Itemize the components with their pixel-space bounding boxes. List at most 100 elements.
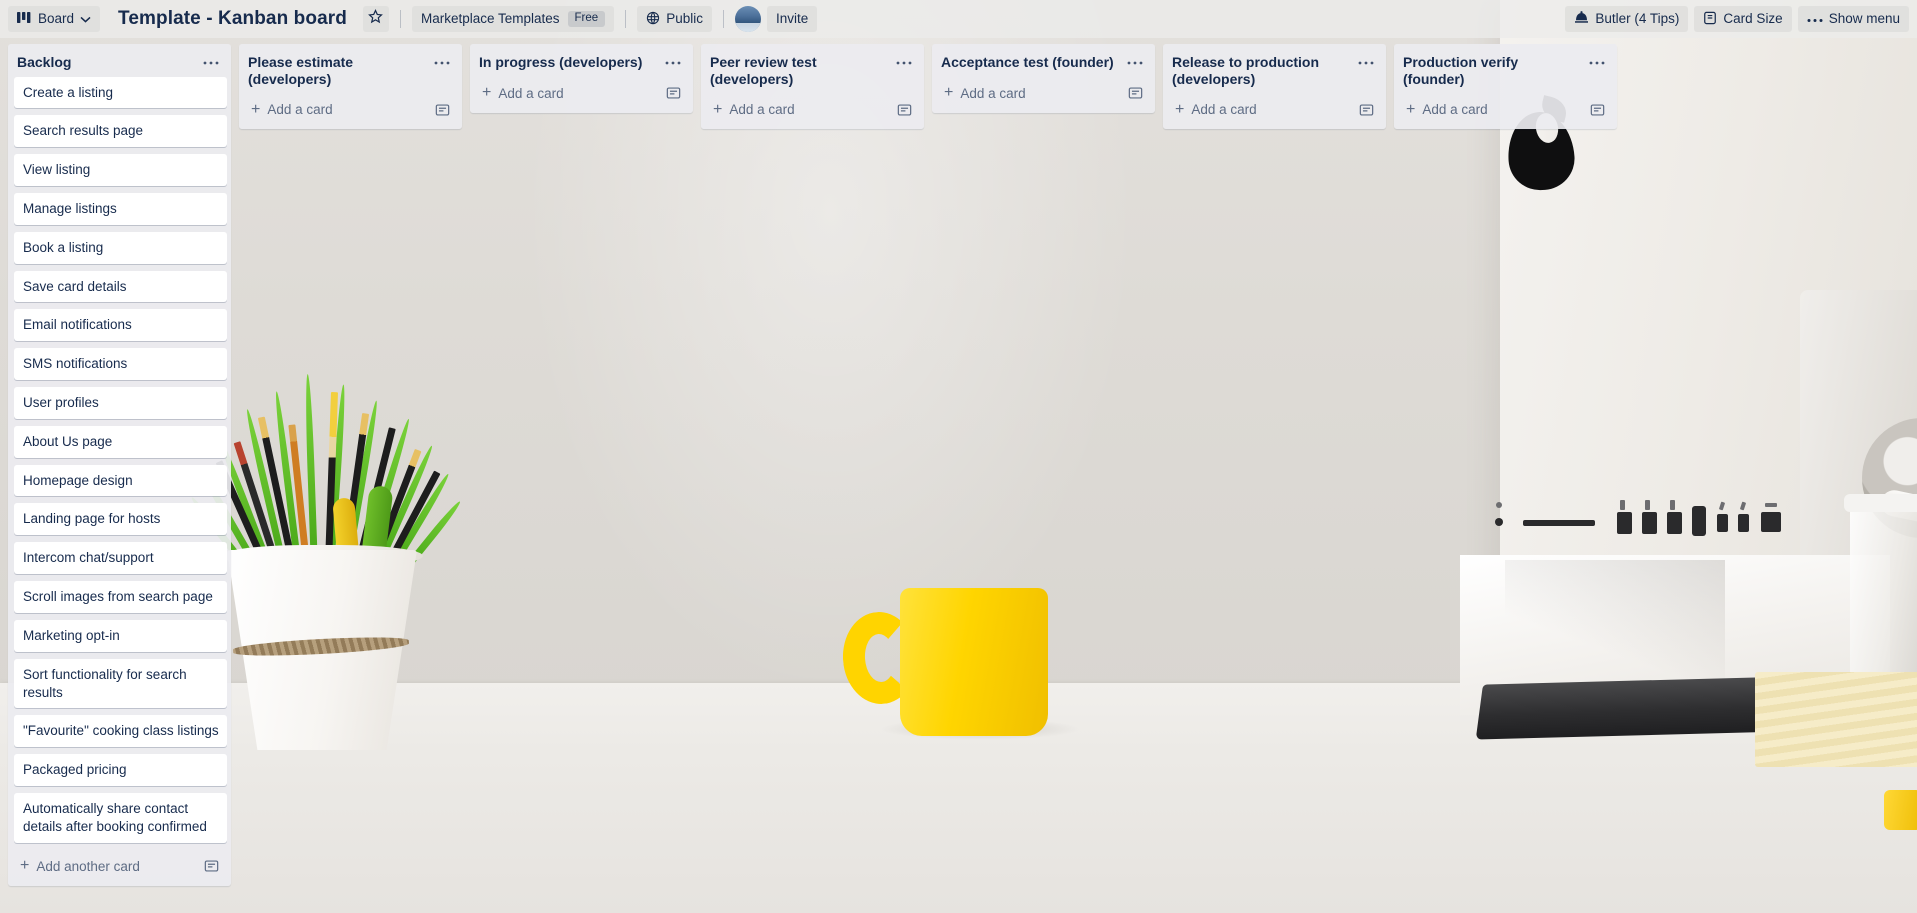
list-actions-button[interactable] <box>892 54 916 68</box>
butler-label: Butler (4 Tips) <box>1595 11 1680 27</box>
board-visibility-button[interactable]: Public <box>637 6 712 32</box>
list-footer: + Add a card <box>470 77 693 113</box>
add-card-button[interactable]: + Add a card <box>479 83 656 104</box>
add-card-button[interactable]: + Add another card <box>17 856 194 877</box>
list-footer: + Add a card <box>932 77 1155 113</box>
list-actions-button[interactable] <box>1354 54 1378 68</box>
list-actions-button[interactable] <box>430 54 454 68</box>
board-list: Acceptance test (founder) + Add a card <box>932 44 1155 113</box>
board-list: Release to production (developers) + Add a… <box>1163 44 1386 130</box>
card-template-icon[interactable] <box>433 101 452 119</box>
invite-button[interactable]: Invite <box>766 6 818 32</box>
list-item[interactable]: Packaged pricing <box>14 754 227 786</box>
butler-button[interactable]: Butler (4 Tips) <box>1565 6 1689 32</box>
list-actions-button[interactable] <box>199 54 223 68</box>
invite-label: Invite <box>775 11 809 27</box>
board-switcher-label: Board <box>38 11 75 27</box>
list-title: Release to production (developers) <box>1172 54 1320 87</box>
plus-icon: + <box>251 100 261 118</box>
card-template-icon[interactable] <box>1126 84 1145 102</box>
board-visibility-label: Public <box>666 11 703 27</box>
workspace-label: Marketplace Templates <box>420 11 560 27</box>
list-header: Production verify (founder) <box>1394 44 1617 93</box>
list-footer: + Add a card <box>239 93 462 129</box>
add-card-label: Add a card <box>1191 102 1257 118</box>
card-size-label: Card Size <box>1723 11 1783 27</box>
divider <box>399 10 401 28</box>
list-item[interactable]: Intercom chat/support <box>14 542 227 575</box>
board-list: Production verify (founder) + Add a card <box>1394 44 1617 130</box>
list-item[interactable]: Landing page for hosts <box>14 503 227 536</box>
star-board-button[interactable] <box>362 6 389 32</box>
show-menu-label: Show menu <box>1828 11 1900 27</box>
avatar[interactable] <box>734 6 761 32</box>
list-item[interactable]: Automatically share contact details afte… <box>14 792 227 843</box>
list-title: Production verify (founder) <box>1403 54 1519 87</box>
add-card-button[interactable]: + Add a card <box>710 99 887 120</box>
board-list: Backlog Create a listing Search results pa… <box>8 44 231 886</box>
add-card-label: Add a card <box>498 85 564 101</box>
list-title: In progress (developers) <box>479 54 643 70</box>
list-item[interactable]: User profiles <box>14 387 227 419</box>
add-card-label: Add a card <box>1422 102 1488 118</box>
list-item[interactable]: Email notifications <box>14 309 227 342</box>
add-card-button[interactable]: + Add a card <box>941 83 1118 104</box>
workspace-button[interactable]: Marketplace Templates Free <box>411 6 615 32</box>
list-item[interactable]: About Us page <box>14 425 227 458</box>
add-card-button[interactable]: + Add a card <box>1172 99 1349 120</box>
list-header: Peer review test (developers) <box>701 44 924 93</box>
list-footer: + Add a card <box>1394 93 1617 129</box>
board-top-bar: Board Template - Kanban board Marketplac… <box>0 0 1917 38</box>
add-card-button[interactable]: + Add a card <box>1403 99 1580 120</box>
add-card-label: Add a card <box>267 102 333 118</box>
workspace-plan-badge: Free <box>567 11 606 27</box>
list-cards[interactable]: Create a listing Search results page View … <box>8 76 231 850</box>
card-template-icon[interactable] <box>202 857 221 875</box>
card-size-icon <box>1703 11 1717 28</box>
plus-icon: + <box>713 100 723 118</box>
list-header: Please estimate (developers) <box>239 44 462 93</box>
chevron-down-icon <box>80 12 91 26</box>
add-card-label: Add a card <box>729 102 795 118</box>
list-header: Acceptance test (founder) <box>932 44 1155 77</box>
card-template-icon[interactable] <box>1588 101 1607 119</box>
board-list: Please estimate (developers) + Add a card <box>239 44 462 130</box>
list-item[interactable]: Search results page <box>14 115 227 148</box>
list-item[interactable]: Book a listing <box>14 231 227 264</box>
list-header: Backlog <box>8 44 231 77</box>
board-icon <box>17 11 32 27</box>
list-actions-button[interactable] <box>1585 54 1609 68</box>
plus-icon: + <box>20 857 30 875</box>
plus-icon: + <box>482 84 492 102</box>
list-title: Peer review test (developers) <box>710 54 817 87</box>
page-title: Template - Kanban board <box>118 8 347 29</box>
add-card-label: Add a card <box>960 85 1026 101</box>
list-footer: + Add a card <box>1163 93 1386 129</box>
list-item[interactable]: Scroll images from search page <box>14 581 227 613</box>
globe-icon <box>646 11 660 28</box>
card-template-icon[interactable] <box>1357 101 1376 119</box>
ellipsis-icon <box>1807 12 1823 26</box>
list-item[interactable]: Marketing opt-in <box>14 619 227 652</box>
list-actions-button[interactable] <box>661 54 685 68</box>
list-footer: + Add another card <box>8 850 231 886</box>
list-item[interactable]: View listing <box>14 154 227 186</box>
card-template-icon[interactable] <box>895 101 914 119</box>
star-icon <box>368 9 384 29</box>
list-item[interactable]: Manage listings <box>14 192 227 225</box>
list-actions-button[interactable] <box>1123 54 1147 68</box>
list-item[interactable]: SMS notifications <box>14 348 227 381</box>
list-item[interactable]: "Favourite" cooking class listings <box>14 715 227 748</box>
board-switcher-button[interactable]: Board <box>8 6 101 32</box>
card-size-button[interactable]: Card Size <box>1694 6 1792 32</box>
card-template-icon[interactable] <box>664 84 683 102</box>
list-title: Acceptance test (founder) <box>941 54 1114 70</box>
add-card-button[interactable]: + Add a card <box>248 99 425 120</box>
list-item[interactable]: Sort functionality for search results <box>14 658 227 709</box>
show-menu-button[interactable]: Show menu <box>1797 6 1909 32</box>
list-item[interactable]: Create a listing <box>14 76 227 109</box>
butler-icon <box>1574 11 1589 27</box>
list-title: Please estimate (developers) <box>248 54 354 87</box>
list-item[interactable]: Save card details <box>14 270 227 303</box>
list-item[interactable]: Homepage design <box>14 464 227 497</box>
